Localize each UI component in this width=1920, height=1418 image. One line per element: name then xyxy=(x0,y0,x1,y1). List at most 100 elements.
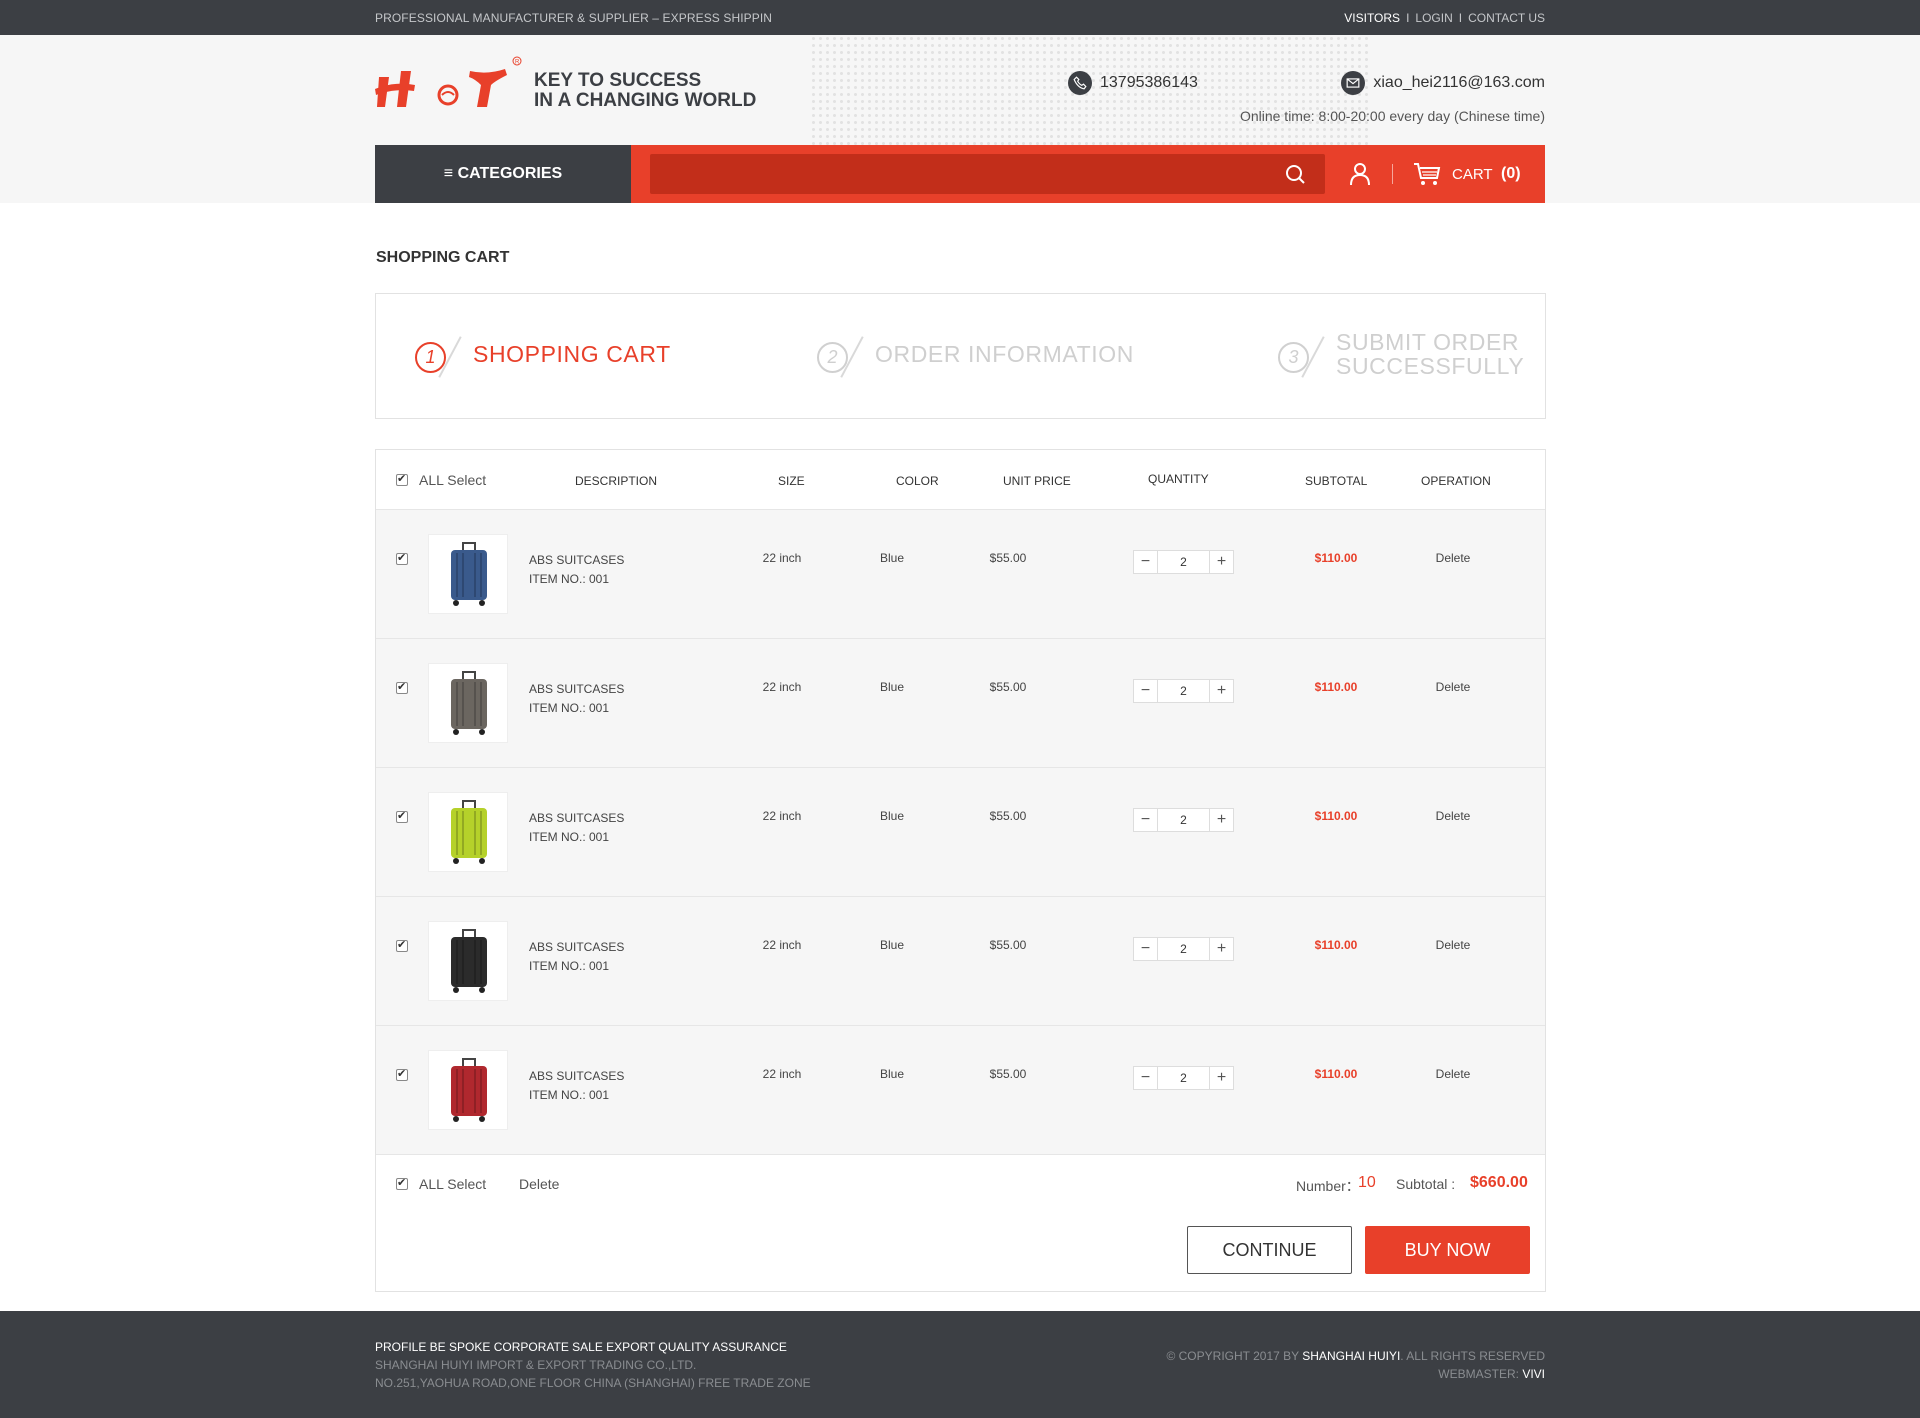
row-subtotal: $110.00 xyxy=(1314,938,1358,952)
increase-quantity-button[interactable]: + xyxy=(1209,551,1233,573)
header-subtotal: SUBTOTAL xyxy=(1305,474,1368,488)
row-checkbox[interactable] xyxy=(396,551,408,565)
table-row: ABS SUITCASES ITEM NO.: 001 22 inch Blue $55… xyxy=(376,510,1545,639)
footer-company-link[interactable]: SHANGHAI HUIYI xyxy=(1302,1349,1400,1363)
quantity-input[interactable]: 2 xyxy=(1159,809,1208,831)
delete-button[interactable]: Delete xyxy=(1403,551,1503,565)
delete-button[interactable]: Delete xyxy=(1403,809,1503,823)
site-header: R KEY TO SUCCESS IN A CHANGING WORLD 137… xyxy=(0,35,1920,203)
product-image[interactable] xyxy=(428,792,508,872)
online-time: Online time: 8:00-20:00 every day (Chine… xyxy=(1239,108,1545,124)
product-name[interactable]: ABS SUITCASES xyxy=(529,1067,624,1086)
decrease-quantity-button[interactable]: − xyxy=(1134,938,1158,960)
item-number: ITEM NO.: 001 xyxy=(529,572,610,586)
quantity-input[interactable]: 2 xyxy=(1159,938,1208,960)
unit-price: $55.00 xyxy=(989,809,1027,823)
email-address: xiao_hei2116@163.com xyxy=(1373,74,1545,92)
increase-quantity-button[interactable]: + xyxy=(1209,809,1233,831)
slogan: KEY TO SUCCESS IN A CHANGING WORLD xyxy=(534,71,756,111)
quantity-input[interactable]: 2 xyxy=(1159,1067,1208,1089)
subtotal-label: Subtotal : xyxy=(1396,1176,1456,1192)
quantity-stepper: −2 + xyxy=(1133,679,1234,703)
number-value: 10 xyxy=(1358,1174,1376,1191)
quantity-input[interactable]: 2 xyxy=(1159,680,1208,702)
categories-button[interactable]: ≡ CATEGORIES xyxy=(375,145,631,203)
row-subtotal: $110.00 xyxy=(1314,680,1358,694)
product-name[interactable]: ABS SUITCASES xyxy=(529,551,624,570)
product-description: ABS SUITCASES ITEM NO.: 001 xyxy=(529,551,624,589)
increase-quantity-button[interactable]: + xyxy=(1209,680,1233,702)
user-icon[interactable] xyxy=(1348,162,1372,186)
delete-button[interactable]: Delete xyxy=(1403,1067,1503,1081)
product-image[interactable] xyxy=(428,534,508,614)
visitors-link[interactable]: VISITORS xyxy=(1344,11,1400,25)
row-checkbox[interactable] xyxy=(396,680,408,694)
increase-quantity-button[interactable]: + xyxy=(1209,938,1233,960)
item-number: ITEM NO.: 001 xyxy=(529,959,610,973)
footer-company: SHANGHAI HUIYI IMPORT & EXPORT TRADING C… xyxy=(375,1358,697,1372)
product-description: ABS SUITCASES ITEM NO.: 001 xyxy=(529,1067,624,1105)
nav-divider xyxy=(1392,164,1393,184)
number-label: Number： xyxy=(1296,1178,1360,1194)
contact-us-link[interactable]: CONTACT US xyxy=(1468,11,1545,25)
row-subtotal: $110.00 xyxy=(1314,551,1358,565)
decrease-quantity-button[interactable]: − xyxy=(1134,1067,1158,1089)
product-image[interactable] xyxy=(428,663,508,743)
hy-logo[interactable]: R xyxy=(375,55,525,125)
product-image[interactable] xyxy=(428,921,508,1001)
product-name[interactable]: ABS SUITCASES xyxy=(529,680,624,699)
item-number: ITEM NO.: 001 xyxy=(529,830,610,844)
increase-quantity-button[interactable]: + xyxy=(1209,1067,1233,1089)
cart-count: (0) xyxy=(1501,165,1521,182)
product-name[interactable]: ABS SUITCASES xyxy=(529,938,624,957)
decrease-quantity-button[interactable]: − xyxy=(1134,809,1158,831)
delete-button[interactable]: Delete xyxy=(1403,680,1503,694)
total-value: $660.00 xyxy=(1470,1174,1528,1191)
cart-summary: ALL Select Delete Number： 10 Subtotal : … xyxy=(376,1153,1545,1291)
product-size: 22 inch xyxy=(762,551,802,565)
footer-copyright: © COPYRIGHT 2017 BY SHANGHAI HUIYI. ALL … xyxy=(1166,1349,1545,1363)
quantity-stepper: −2 + xyxy=(1133,808,1234,832)
search-box xyxy=(650,154,1325,194)
product-description: ABS SUITCASES ITEM NO.: 001 xyxy=(529,938,624,976)
cart-icon[interactable] xyxy=(1413,162,1441,186)
row-checkbox[interactable] xyxy=(396,809,408,823)
table-row: ABS SUITCASES ITEM NO.: 001 22 inch Blue $55… xyxy=(376,1026,1545,1155)
decrease-quantity-button[interactable]: − xyxy=(1134,680,1158,702)
product-name[interactable]: ABS SUITCASES xyxy=(529,809,624,828)
select-all-label: ALL Select xyxy=(419,472,487,488)
phone-contact[interactable]: 13795386143 xyxy=(1068,71,1198,95)
footer-webmaster: WEBMASTER: VIVI xyxy=(1438,1367,1545,1381)
cart-link[interactable]: CART xyxy=(1452,166,1493,183)
item-number: ITEM NO.: 001 xyxy=(529,1088,610,1102)
suitcase-icon xyxy=(451,542,487,606)
delete-selected-link[interactable]: Delete xyxy=(519,1176,559,1192)
suitcase-icon xyxy=(451,1058,487,1122)
unit-price: $55.00 xyxy=(989,1067,1027,1081)
svg-text:R: R xyxy=(515,60,520,66)
decrease-quantity-button[interactable]: − xyxy=(1134,551,1158,573)
table-header: ALL Select DESCRIPTION SIZE COLOR UNIT P… xyxy=(376,450,1545,510)
search-icon[interactable] xyxy=(1285,164,1305,184)
product-image[interactable] xyxy=(428,1050,508,1130)
step-label: ORDER INFORMATION xyxy=(875,341,1134,367)
select-all-checkbox-bottom[interactable] xyxy=(396,1176,408,1190)
continue-button[interactable]: CONTINUE xyxy=(1187,1226,1352,1274)
delete-button[interactable]: Delete xyxy=(1403,938,1503,952)
row-checkbox[interactable] xyxy=(396,938,408,952)
search-input[interactable] xyxy=(660,154,1260,194)
slogan-line-2: IN A CHANGING WORLD xyxy=(534,90,757,111)
select-all-checkbox[interactable] xyxy=(396,472,408,486)
phone-number: 13795386143 xyxy=(1100,74,1198,92)
top-bar: PROFESSIONAL MANUFACTURER & SUPPLIER – E… xyxy=(0,0,1920,35)
login-link[interactable]: LOGIN xyxy=(1415,11,1452,25)
buy-now-button[interactable]: BUY NOW xyxy=(1365,1226,1530,1274)
quantity-input[interactable]: 2 xyxy=(1159,551,1208,573)
header-size: SIZE xyxy=(778,474,805,488)
quantity-stepper: −2 + xyxy=(1133,1066,1234,1090)
row-checkbox[interactable] xyxy=(396,1067,408,1081)
header-unit-price: UNIT PRICE xyxy=(1003,474,1071,488)
product-size: 22 inch xyxy=(762,938,802,952)
email-contact[interactable]: xiao_hei2116@163.com xyxy=(1341,71,1545,95)
product-description: ABS SUITCASES ITEM NO.: 001 xyxy=(529,809,624,847)
